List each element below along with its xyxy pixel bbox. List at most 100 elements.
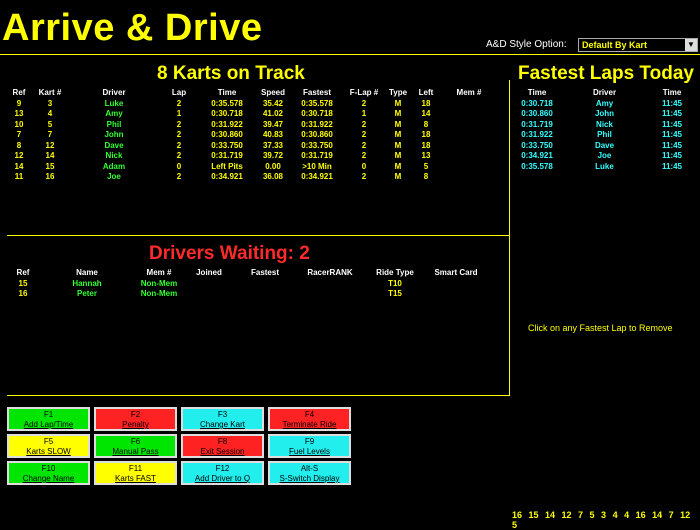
table-cell: 8 <box>423 172 429 181</box>
kart-row: 7 7 John 2 0:30.860 40.83 0:30.860 2 M 18 <box>7 130 497 141</box>
function-key-alt-s-button[interactable]: Alt-S S-Switch Display <box>268 461 351 485</box>
table-cell: 16 <box>45 172 55 181</box>
function-key-label: Manual Pass <box>112 447 159 456</box>
table-cell: 0:35.578 <box>301 98 333 108</box>
kart-row: 11 16 Joe 2 0:34.921 36.08 0:34.921 2 M 8 <box>7 172 497 183</box>
table-cell: Phil <box>597 130 612 139</box>
table-cell: Dave <box>104 140 124 150</box>
table-cell: 39.47 <box>262 119 284 129</box>
fastest-lap-row[interactable]: 0:33.750 Dave 11:45 <box>512 141 697 152</box>
function-key-code: F12 <box>215 464 230 473</box>
waiting-row: 15 Hannah Non-Mem T10 <box>7 279 487 290</box>
column-header: Left <box>418 88 434 97</box>
table-cell: 0:33.750 <box>301 140 333 150</box>
table-cell: 0:35.578 <box>521 161 553 171</box>
fastest-lap-row[interactable]: 0:31.922 Phil 11:45 <box>512 130 697 141</box>
table-cell: Luke <box>595 161 614 171</box>
table-cell: 2 <box>361 172 367 181</box>
table-cell: 18 <box>421 98 431 108</box>
table-cell: 0 <box>176 161 182 171</box>
table-cell: 0:30.860 <box>521 109 553 118</box>
column-header: RacerRANK <box>307 268 353 277</box>
column-header: Mem # <box>456 88 482 97</box>
table-cell: 8 <box>423 119 429 129</box>
fastest-lap-row[interactable]: 0:30.860 John 11:45 <box>512 109 697 120</box>
function-key-code: F10 <box>41 464 56 473</box>
function-key-label: Penalty <box>122 420 149 429</box>
kart-row: 13 4 Amy 1 0:30.718 41.02 0:30.718 1 M 14 <box>7 109 497 120</box>
table-cell: 12 <box>14 151 24 160</box>
function-key-f10-button[interactable]: F10 Change Name <box>7 461 90 485</box>
table-cell: M <box>394 140 402 150</box>
table-cell: Luke <box>104 98 124 108</box>
table-cell: 0:31.922 <box>211 119 243 129</box>
table-cell: 0:33.750 <box>521 140 553 150</box>
table-cell: 0:33.750 <box>211 140 243 150</box>
table-cell: 11:45 <box>661 140 683 150</box>
function-key-f11-button[interactable]: F11 Karts FAST <box>94 461 177 485</box>
function-key-f12-button[interactable]: F12 Add Driver to Q <box>181 461 264 485</box>
function-key-f8-button[interactable]: F8 Exit Session <box>181 434 264 458</box>
table-cell: 2 <box>176 98 182 108</box>
table-cell: 36.08 <box>262 172 284 181</box>
function-key-code: F8 <box>217 437 228 446</box>
table-cell: Non-Mem <box>140 278 178 288</box>
table-cell: 41.02 <box>262 109 284 118</box>
function-key-f4-button[interactable]: F4 Terminate Ride <box>268 407 351 431</box>
table-cell: 7 <box>47 130 53 139</box>
table-cell: 13 <box>421 151 431 160</box>
table-cell <box>441 109 497 120</box>
kart-row: 9 3 Luke 2 0:35.578 35.42 0:35.578 2 M 18 <box>7 99 497 110</box>
function-key-code: F6 <box>130 437 141 446</box>
table-cell <box>441 99 497 110</box>
table-cell: Amy <box>595 98 614 108</box>
fastest-lap-row[interactable]: 0:35.578 Luke 11:45 <box>512 162 697 173</box>
function-key-label: S-Switch Display <box>279 474 340 483</box>
table-cell: 2 <box>361 119 367 129</box>
table-cell: 2 <box>361 98 367 108</box>
column-header: Name <box>76 268 98 277</box>
function-key-f9-button[interactable]: F9 Fuel Levels <box>268 434 351 458</box>
table-cell: 5 <box>423 161 429 171</box>
fastest-lap-row[interactable]: 0:31.719 Nick 11:45 <box>512 120 697 131</box>
function-key-code: F4 <box>304 410 315 419</box>
style-option-select[interactable]: Default By Kart ▼ <box>578 38 698 52</box>
table-cell: 2 <box>361 140 367 150</box>
function-key-code: F1 <box>43 410 54 419</box>
table-cell: 2 <box>176 119 182 129</box>
table-cell: Joe <box>107 172 121 181</box>
table-cell: 0:31.719 <box>301 151 333 160</box>
table-cell: Adam <box>102 161 126 171</box>
table-cell <box>295 279 365 290</box>
fastest-laps-title: Fastest Laps Today <box>518 63 694 84</box>
table-cell: M <box>394 130 402 139</box>
function-key-label: Change Kart <box>200 420 245 429</box>
table-cell: 11:45 <box>661 119 683 129</box>
table-cell: >10 Min <box>302 161 332 171</box>
style-option-value: Default By Kart <box>582 40 648 50</box>
fastest-lap-row[interactable]: 0:34.921 Joe 11:45 <box>512 151 697 162</box>
table-cell: T15 <box>388 289 402 298</box>
function-key-f2-button[interactable]: F2 Penalty <box>94 407 177 431</box>
table-cell: 0:34.921 <box>301 172 333 181</box>
table-cell <box>425 289 487 300</box>
table-cell: Amy <box>105 109 123 118</box>
chevron-down-icon[interactable]: ▼ <box>685 39 697 51</box>
fastest-lap-row[interactable]: 0:30.718 Amy 11:45 <box>512 99 697 110</box>
function-key-f6-button[interactable]: F6 Manual Pass <box>94 434 177 458</box>
table-cell: 2 <box>176 172 182 181</box>
column-header: Mem # <box>146 268 172 277</box>
table-cell: 11:45 <box>661 98 683 108</box>
function-key-f1-button[interactable]: F1 Add Lap/Time <box>7 407 90 431</box>
table-cell: 2 <box>176 140 182 150</box>
function-key-f3-button[interactable]: F3 Change Kart <box>181 407 264 431</box>
fastest-laps-table[interactable]: Time Driver Time 0:30.718 Amy 11:45 0:30.860 J… <box>512 88 697 172</box>
function-key-f5-button[interactable]: F5 Karts SLOW <box>7 434 90 458</box>
table-cell: Left Pits <box>211 161 243 171</box>
function-key-code: F2 <box>130 410 141 419</box>
function-key-code: F9 <box>304 437 315 446</box>
table-cell: 1 <box>361 109 367 118</box>
function-key-label: Add Lap/Time <box>23 420 74 429</box>
table-cell <box>441 172 497 183</box>
function-key-code: F11 <box>128 464 143 473</box>
